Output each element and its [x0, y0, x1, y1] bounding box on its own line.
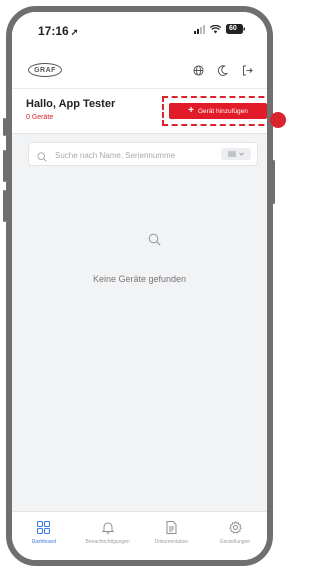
greeting-title: Hallo, App Tester	[26, 98, 116, 110]
app-header: GRAF	[12, 50, 267, 88]
empty-state-message: Keine Geräte gefunden	[92, 274, 187, 284]
nav-label-dashboard: Dashboard	[31, 539, 57, 545]
moon-icon[interactable]	[218, 65, 228, 76]
add-device-label: Gerät hinzufügen	[197, 107, 248, 115]
annotation-marker	[270, 112, 286, 128]
signal-icon	[194, 24, 205, 34]
phone-frame: 17:16 ➚ 60 GRAF Hallo, App Tester 0 Gerä…	[6, 6, 273, 566]
add-device-highlight: + Gerät hinzufügen	[162, 96, 267, 126]
wifi-icon	[210, 24, 221, 34]
graf-logo: GRAF	[28, 63, 62, 77]
greeting-section: Hallo, App Tester 0 Geräte + Gerät hinzu…	[12, 88, 267, 134]
search-input[interactable]	[53, 145, 215, 165]
chevron-down-icon	[239, 152, 244, 156]
header-actions	[193, 65, 253, 76]
device-count: 0 Geräte	[26, 114, 54, 121]
nav-item-documentation[interactable]: Dokumentation	[140, 512, 204, 560]
bottom-navigation: Dashboard Benachrichtigungen Dokumentati…	[12, 511, 267, 560]
battery-level: 60	[229, 25, 237, 32]
grid-icon	[37, 521, 51, 534]
status-icons: 60	[194, 24, 245, 34]
empty-state-search-icon	[148, 233, 161, 251]
plus-icon: +	[188, 105, 194, 116]
nav-item-dashboard[interactable]: Dashboard	[12, 512, 76, 560]
nav-label-settings: Einstellungen	[220, 539, 251, 545]
globe-icon[interactable]	[193, 65, 204, 76]
location-arrow-icon: ➚	[70, 27, 79, 37]
status-time: 17:16 ➚	[38, 24, 79, 38]
search-bar	[28, 142, 258, 166]
nav-label-documentation: Dokumentation	[154, 539, 189, 545]
list-filter-icon	[228, 151, 236, 157]
nav-item-notifications[interactable]: Benachrichtigungen	[76, 512, 140, 560]
nav-item-settings[interactable]: Einstellungen	[203, 512, 267, 560]
settings-icon	[228, 521, 242, 534]
battery-icon: 60	[226, 24, 245, 34]
status-bar: 17:16 ➚ 60	[12, 12, 267, 50]
bell-icon	[101, 522, 114, 534]
add-device-button[interactable]: + Gerät hinzufügen	[169, 103, 267, 119]
app-screen: 17:16 ➚ 60 GRAF Hallo, App Tester 0 Gerä…	[12, 12, 267, 560]
search-icon	[37, 149, 47, 165]
filter-dropdown[interactable]	[221, 148, 251, 160]
document-icon	[166, 521, 177, 534]
nav-label-notifications: Benachrichtigungen	[85, 539, 130, 545]
logout-icon[interactable]	[242, 65, 253, 76]
